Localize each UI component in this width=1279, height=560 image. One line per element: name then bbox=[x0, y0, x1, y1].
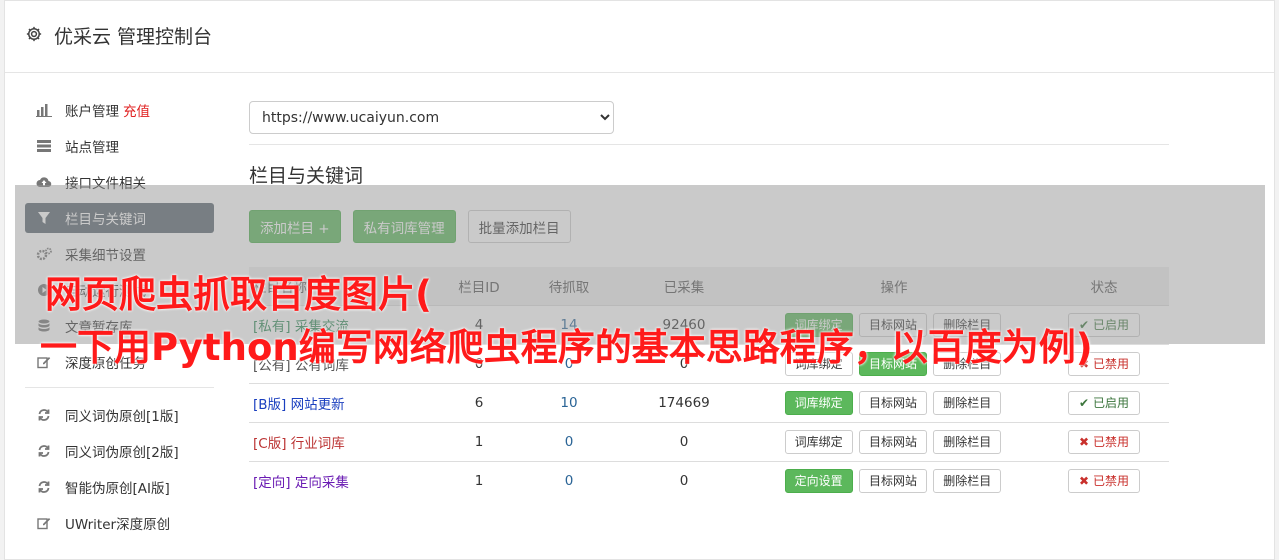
close-icon: ✖ bbox=[1079, 434, 1090, 449]
table-row: [C版] 行业词库 1 0 0 词库绑定 目标网站 删除栏目 ✖ 已禁用 bbox=[249, 421, 1169, 461]
recharge-link[interactable]: 充值 bbox=[123, 100, 150, 120]
close-icon: ✖ bbox=[1079, 473, 1090, 488]
table-row: [B版] 网站更新 6 10 174669 词库绑定 目标网站 删除栏目 ✔ 已… bbox=[249, 382, 1169, 422]
delete-column-button[interactable]: 删除栏目 bbox=[933, 429, 1002, 454]
site-select[interactable]: https://www.ucaiyun.com bbox=[249, 101, 614, 134]
status-disabled-button[interactable]: ✖ 已禁用 bbox=[1068, 468, 1140, 493]
sidebar-item-label: 同义词伪原创[2版] bbox=[65, 445, 179, 461]
target-site-button[interactable]: 目标网站 bbox=[858, 429, 927, 454]
sidebar-item-label: 账户管理 bbox=[65, 104, 119, 120]
collected-count: 174669 bbox=[619, 382, 749, 422]
delete-column-button[interactable]: 删除栏目 bbox=[933, 390, 1002, 415]
overlay-title-line2: 一下用Python编写网络爬虫程序的基本思路程序，以百度为例) bbox=[40, 326, 1093, 369]
column-id: 1 bbox=[439, 421, 519, 461]
column-id: 6 bbox=[439, 382, 519, 422]
sidebar-item-label: 同义词伪原创[1版] bbox=[65, 409, 179, 425]
gear-icon bbox=[26, 26, 42, 42]
delete-column-button[interactable]: 删除栏目 bbox=[933, 468, 1002, 493]
pending-count[interactable]: 0 bbox=[519, 421, 619, 461]
column-name[interactable]: 定向采集 bbox=[295, 475, 349, 491]
column-name-cell[interactable]: [B版] 网站更新 bbox=[249, 382, 439, 422]
pending-count[interactable]: 0 bbox=[519, 460, 619, 500]
bar-chart-icon bbox=[35, 102, 53, 118]
sidebar-item-label: 站点管理 bbox=[65, 140, 119, 156]
ops-cell: 词库绑定 目标网站 删除栏目 bbox=[749, 382, 1039, 422]
divider bbox=[249, 144, 1169, 145]
refresh-icon bbox=[35, 407, 53, 423]
sidebar-item-label: UWriter深度原创 bbox=[65, 517, 171, 533]
column-name[interactable]: 行业词库 bbox=[291, 436, 345, 452]
page-header: 优采云 管理控制台 bbox=[5, 1, 1274, 73]
bind-library-button[interactable]: 词库绑定 bbox=[784, 429, 853, 454]
column-name-cell[interactable]: [C版] 行业词库 bbox=[249, 421, 439, 461]
edit-icon bbox=[35, 515, 53, 531]
column-tag: [定向] bbox=[253, 474, 291, 491]
column-tag: [B版] bbox=[253, 396, 287, 413]
directional-settings-button[interactable]: 定向设置 bbox=[784, 468, 853, 493]
column-name-cell[interactable]: [定向] 定向采集 bbox=[249, 460, 439, 500]
server-icon bbox=[35, 138, 53, 154]
sidebar-item-label: 智能伪原创[AI版] bbox=[65, 481, 170, 497]
pending-count[interactable]: 10 bbox=[519, 382, 619, 422]
sidebar-item-ai-original[interactable]: 智能伪原创[AI版] bbox=[25, 472, 214, 502]
status-disabled-button[interactable]: ✖ 已禁用 bbox=[1068, 429, 1140, 454]
sidebar-item-account[interactable]: 账户管理 充值 bbox=[25, 95, 214, 125]
table-row: [定向] 定向采集 1 0 0 定向设置 目标网站 删除栏目 ✖ 已禁用 bbox=[249, 460, 1169, 500]
target-site-button[interactable]: 目标网站 bbox=[858, 390, 927, 415]
section-title: 栏目与关键词 bbox=[249, 165, 364, 187]
ops-cell: 定向设置 目标网站 删除栏目 bbox=[749, 460, 1039, 500]
status-cell: ✖ 已禁用 bbox=[1039, 421, 1169, 461]
collected-count: 0 bbox=[619, 421, 749, 461]
status-label: 已禁用 bbox=[1092, 474, 1129, 489]
overlay-title-line1: 网页爬虫抓取百度图片( bbox=[45, 273, 432, 316]
sidebar-divider bbox=[25, 387, 214, 388]
refresh-icon bbox=[35, 479, 53, 495]
target-site-button[interactable]: 目标网站 bbox=[858, 468, 927, 493]
ops-cell: 词库绑定 目标网站 删除栏目 bbox=[749, 421, 1039, 461]
sidebar-item-synonym-v2[interactable]: 同义词伪原创[2版] bbox=[25, 436, 214, 466]
column-id: 1 bbox=[439, 460, 519, 500]
column-name[interactable]: 网站更新 bbox=[291, 397, 345, 413]
check-icon: ✔ bbox=[1079, 395, 1090, 410]
status-cell: ✖ 已禁用 bbox=[1039, 460, 1169, 500]
article-title-overlay: 网页爬虫抓取百度图片( 一下用Python编写网络爬虫程序的基本思路程序，以百度… bbox=[0, 268, 1279, 374]
collected-count: 0 bbox=[619, 460, 749, 500]
sidebar-item-sites[interactable]: 站点管理 bbox=[25, 131, 214, 161]
page-title: 优采云 管理控制台 bbox=[54, 26, 213, 48]
sidebar-item-synonym-v1[interactable]: 同义词伪原创[1版] bbox=[25, 400, 214, 430]
refresh-icon bbox=[35, 443, 53, 459]
status-label: 已启用 bbox=[1092, 396, 1129, 410]
bind-library-button[interactable]: 词库绑定 bbox=[784, 390, 853, 415]
column-tag: [C版] bbox=[253, 435, 287, 452]
status-enabled-button[interactable]: ✔ 已启用 bbox=[1068, 390, 1140, 415]
status-label: 已禁用 bbox=[1092, 435, 1129, 449]
sidebar-item-uwriter[interactable]: UWriter深度原创 bbox=[25, 508, 214, 538]
status-cell: ✔ 已启用 bbox=[1039, 382, 1169, 422]
